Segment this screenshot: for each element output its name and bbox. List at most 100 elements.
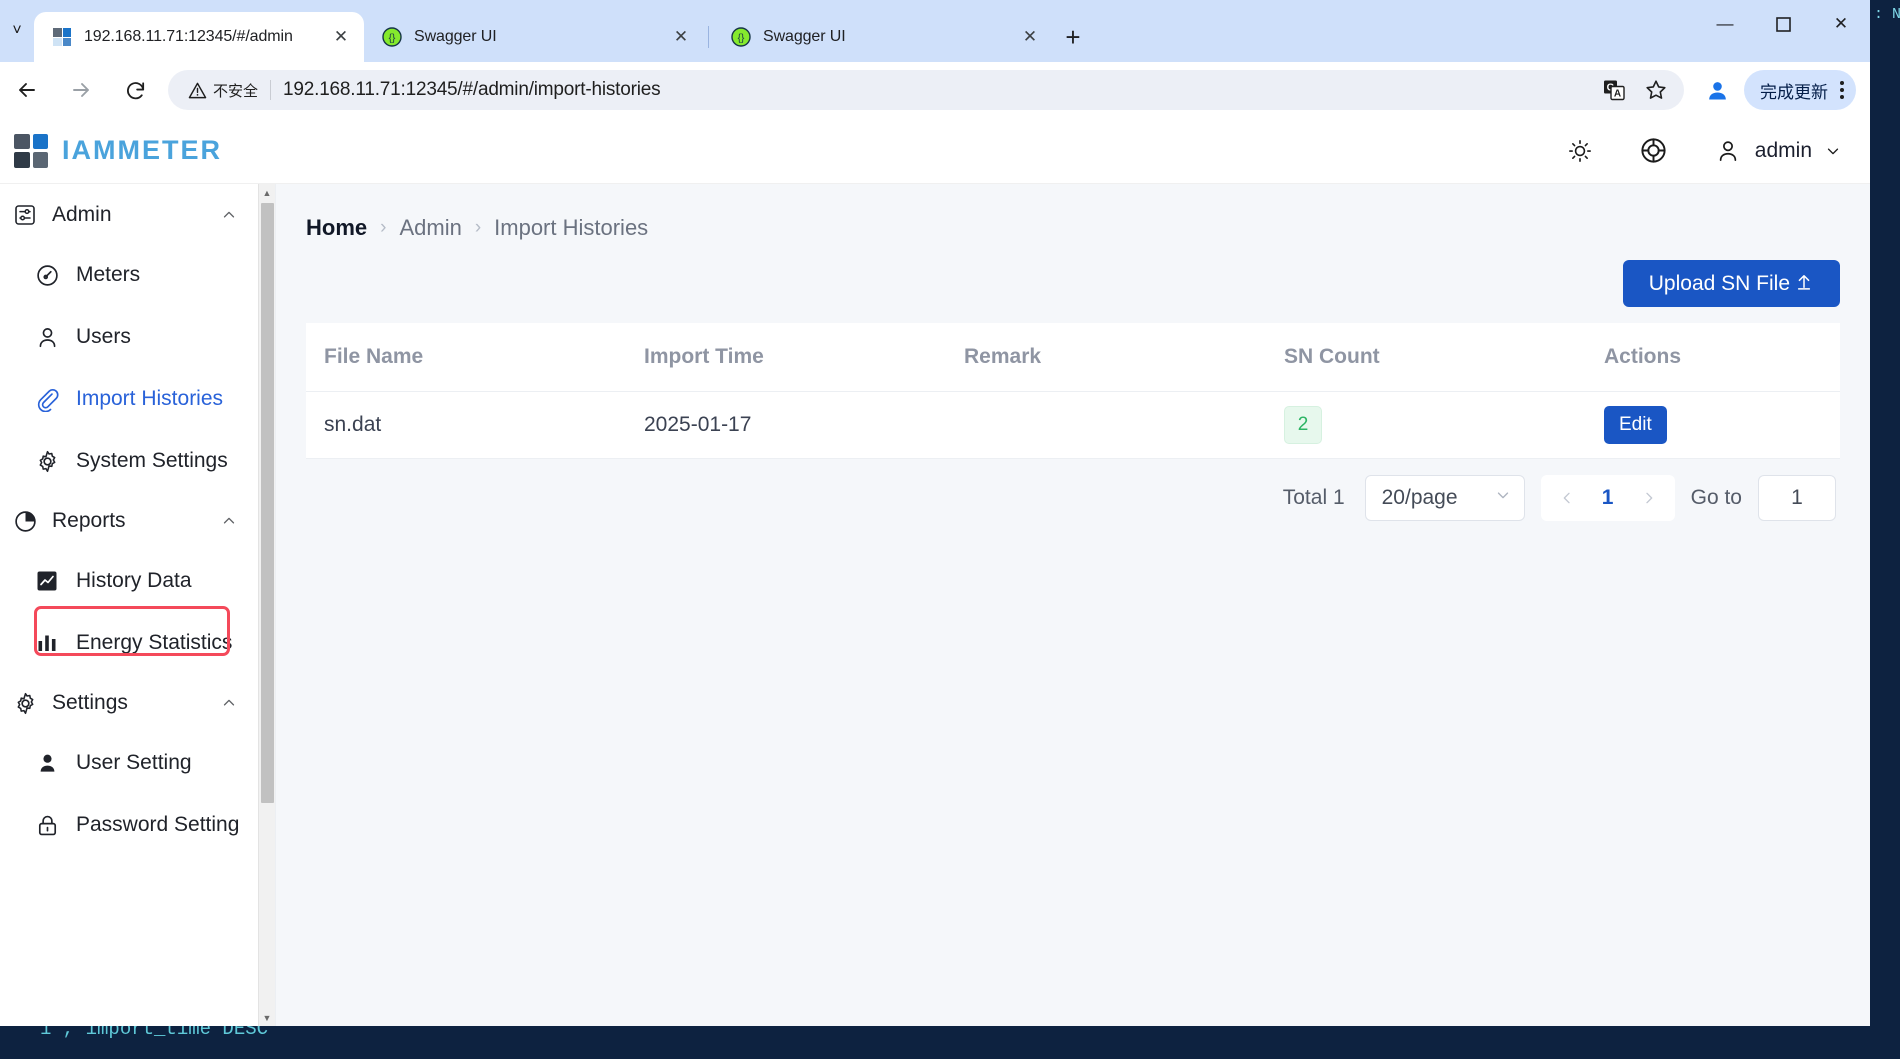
sidebar-group-settings-label: Settings [52,691,128,714]
background-terminal-bottom: 1 , import_time DESC [0,1026,1900,1059]
sidebar-item-history-data[interactable]: History Data [0,550,258,612]
window-close-button[interactable]: ✕ [1812,0,1870,48]
sidebar-group-settings[interactable]: Settings [0,674,258,732]
column-header-actions: Actions [1586,323,1840,392]
update-button[interactable]: 完成更新 [1744,70,1856,110]
reload-button[interactable] [108,67,162,113]
browser-tab-3[interactable]: {} Swagger UI ✕ [713,12,1053,62]
scrollbar-up-arrow-icon[interactable]: ▲ [259,184,276,201]
goto-page-input[interactable]: 1 [1758,475,1836,521]
brand-name: IAMMETER [62,135,222,165]
chevron-left-icon[interactable] [1547,476,1587,520]
window-controls: — ✕ [1696,0,1870,62]
window-maximize-button[interactable] [1754,0,1812,48]
line-chart-icon [34,568,60,594]
breadcrumb-item-admin[interactable]: Admin [399,215,461,241]
chevron-down-icon [1494,486,1512,510]
breadcrumb-separator: › [474,217,482,238]
sidebar-group-admin-label: Admin [52,203,112,226]
browser-tab-1[interactable]: 192.168.11.71:12345/#/admin ✕ [34,12,364,62]
scrollbar-down-arrow-icon[interactable]: ▼ [259,1009,276,1026]
background-terminal-right: : N O ; [1870,0,1900,1059]
edit-button[interactable]: Edit [1604,406,1667,444]
upload-arrow-icon [1794,271,1814,297]
user-menu[interactable]: admin [1713,136,1842,166]
terminal-bottom-text: 1 , import_time DESC [40,1026,269,1040]
table-body: sn.dat 2025-01-17 2 Edit [306,391,1840,459]
browser-tab-3-close-icon[interactable]: ✕ [1017,24,1043,50]
profile-avatar-button[interactable] [1694,70,1740,110]
url-text: 192.168.11.71:12345/#/admin/import-histo… [283,79,661,100]
swagger-icon: {} [382,27,402,47]
site-security-label: 不安全 [213,82,259,100]
site-security-badge[interactable]: 不安全 [184,76,268,105]
chevron-right-icon[interactable] [1629,476,1669,520]
svg-text:{}: {} [389,33,396,44]
pagination-total-label: Total 1 [1282,486,1345,509]
new-tab-button[interactable]: + [1053,17,1093,57]
sun-icon[interactable] [1565,136,1595,166]
cell-remark [946,391,1266,459]
sidebar-group-reports[interactable]: Reports [0,492,258,550]
sidebar-item-system-settings[interactable]: System Settings [0,430,258,492]
upload-sn-file-button[interactable]: Upload SN File [1622,260,1840,307]
breadcrumb-separator: › [380,217,387,238]
sidebar-item-meters[interactable]: Meters [0,244,258,306]
sidebar-group-reports-label: Reports [52,509,126,532]
browser-tab-2[interactable]: {} Swagger UI ✕ [364,12,704,62]
person-icon [1713,136,1743,166]
translate-icon[interactable]: G A [1594,72,1634,108]
breadcrumb-item-home[interactable]: Home [306,215,367,241]
sidebar-item-import-histories[interactable]: Import Histories [0,368,258,430]
sidebar-item-password-setting[interactable]: Password Setting [0,794,258,856]
table-row[interactable]: sn.dat 2025-01-17 2 Edit [306,391,1840,459]
app-header: IAMMETER admin [0,118,1870,184]
omnibox-divider [270,80,272,100]
kebab-menu-icon[interactable] [1836,81,1848,99]
person-icon [34,324,60,350]
window-minimize-button[interactable]: — [1696,0,1754,48]
forward-button[interactable] [54,67,108,113]
person-filled-icon [34,750,60,776]
tab-list-chevron-icon[interactable]: ˅ [0,0,34,62]
page-size-select[interactable]: 20/page [1364,475,1525,521]
scrollbar-thumb[interactable] [260,203,274,803]
sidebar-item-user-setting[interactable]: User Setting [0,732,258,794]
back-button[interactable] [0,67,54,113]
star-icon[interactable] [1636,72,1676,108]
pagination: Total 1 20/page 1 Go to 1 [306,459,1840,521]
paperclip-icon [34,386,60,412]
column-header-sn-count: SN Count [1266,323,1586,392]
page-navigation: 1 [1540,475,1675,521]
browser-tab-1-title: 192.168.11.71:12345/#/admin [84,28,293,45]
browser-tab-2-title: Swagger UI [414,28,497,45]
brand-logo[interactable]: IAMMETER [14,133,222,168]
svg-text:{}: {} [738,33,745,44]
sidebar-scrollbar[interactable]: ▲ ▼ [258,184,275,1026]
sidebar-item-users[interactable]: Users [0,306,258,368]
table-header-row: File Name Import Time Remark SN Count Ac… [306,323,1840,392]
browser-tab-1-close-icon[interactable]: ✕ [328,24,354,50]
sidebar-item-user-setting-label: User Setting [76,751,192,774]
gear-icon [12,690,38,716]
address-bar[interactable]: 不安全 192.168.11.71:12345/#/admin/import-h… [168,70,1684,110]
main-content: Home › Admin › Import Histories Upload S… [276,184,1870,1026]
page-number-1[interactable]: 1 [1587,476,1629,520]
lifebuoy-icon[interactable] [1639,136,1669,166]
app-grid-icon [52,27,72,47]
sidebar-item-energy-statistics[interactable]: Energy Statistics [0,612,258,674]
browser-tab-2-close-icon[interactable]: ✕ [668,24,694,50]
sidebar-item-meters-label: Meters [76,263,141,286]
sidebar-item-history-data-label: History Data [76,569,192,592]
sidebar-group-admin[interactable]: Admin [0,186,258,244]
goto-label: Go to [1690,486,1742,509]
column-header-import-time: Import Time [626,323,946,392]
cell-sn-count: 2 [1266,391,1586,459]
app-header-actions: admin [1565,136,1842,166]
cell-file-name: sn.dat [306,391,626,459]
sidebar-scroll-area: Admin Meters Users Import Histories Syst… [0,184,258,1026]
swagger-icon: {} [731,27,751,47]
page-actions: Upload SN File [306,260,1840,307]
chevron-up-icon [220,512,238,530]
table-header: File Name Import Time Remark SN Count Ac… [306,323,1840,392]
